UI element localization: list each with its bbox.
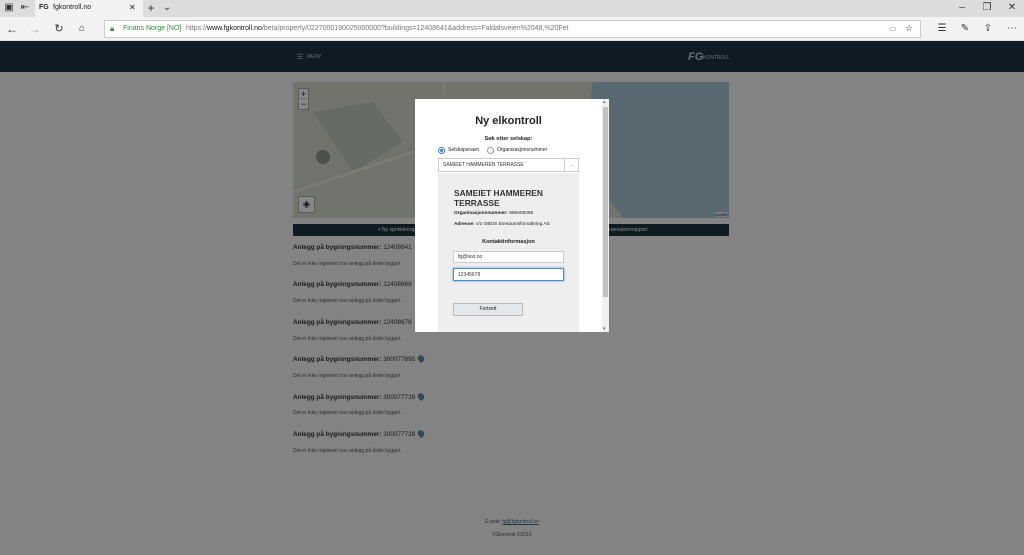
company-select[interactable]: SAMEIET HAMMEREN TERRASSE ⌄ <box>438 158 579 172</box>
radio-company-name-label[interactable]: Selskapsnavn <box>448 147 479 153</box>
radio-company-name[interactable] <box>438 147 445 154</box>
notes-icon[interactable]: ✎ <box>958 23 972 35</box>
more-icon[interactable]: ⋯ <box>1005 23 1019 35</box>
tab-list-chevron-icon[interactable]: ⌄ <box>160 2 174 14</box>
radio-org-number[interactable] <box>487 147 494 154</box>
forward-icon[interactable]: → <box>28 23 42 35</box>
modal-title: Ny elkontroll <box>475 115 542 127</box>
restore-icon[interactable]: ❐ <box>980 2 994 14</box>
new-tab-icon[interactable]: + <box>144 2 158 14</box>
phone-field[interactable] <box>453 268 564 281</box>
favicon-icon: FG <box>39 4 49 11</box>
scroll-up-icon[interactable]: ▴ <box>603 99 606 105</box>
modal-scrollbar[interactable]: ▴ ▾ <box>602 99 609 332</box>
email-field[interactable] <box>453 251 564 263</box>
address-bar[interactable]: 🔒︎ Finans Norge [NO] https://www.fgkontr… <box>104 20 921 38</box>
contact-heading: Kontaktinformasjon <box>482 239 535 245</box>
scroll-down-icon[interactable]: ▾ <box>603 326 606 332</box>
url-text: https://www.fgkontroll.no/beta/property/… <box>186 25 569 32</box>
company-card: SAMEIET HAMMEREN TERRASSE Organisasjonsn… <box>438 173 579 332</box>
back-icon[interactable]: ← <box>5 23 19 35</box>
refresh-icon[interactable]: ↻ <box>52 23 66 35</box>
address-row: Adresse: c/o OBOS Eiendomsforvaltning AS <box>454 222 550 227</box>
radio-selected-dot <box>440 149 443 152</box>
site-identity: Finans Norge [NO] <box>123 25 182 32</box>
url-path: /beta/property/0227000190025000000?build… <box>261 25 569 32</box>
tab-title: fgkontroll.no <box>53 4 92 11</box>
continue-button[interactable]: Fortsett <box>453 303 523 316</box>
minimize-icon[interactable]: – <box>955 2 969 14</box>
org-number-row: Organisasjonsnummer: 986608265 <box>454 211 533 216</box>
radio-org-number-label[interactable]: Organisasjonsnummer <box>497 147 547 153</box>
org-number-value: 986608265 <box>509 211 534 216</box>
browser-tab[interactable]: FG fgkontroll.no ✕ <box>35 0 143 17</box>
favorites-icon[interactable]: ☰ <box>935 23 949 35</box>
address-label: Adresse: <box>454 222 475 227</box>
favorite-star-icon[interactable]: ☆ <box>905 23 913 34</box>
browser-tab-bar: ▣ ⇤ FG fgkontroll.no ✕ + ⌄ – ❐ ✕ <box>0 0 1024 17</box>
close-window-icon[interactable]: ✕ <box>1005 2 1019 14</box>
tab-actions-icon[interactable]: ▣ <box>2 2 16 14</box>
close-tab-icon[interactable]: ✕ <box>129 3 136 12</box>
reading-view-icon[interactable]: ▭ <box>889 24 897 33</box>
address-value: c/o OBOS Eiendomsforvaltning AS <box>475 222 550 227</box>
share-icon[interactable]: ⇪ <box>981 23 995 35</box>
company-select-value: SAMEIET HAMMEREN TERRASSE <box>443 162 524 168</box>
ny-elkontroll-modal: Ny elkontroll Søk etter selskap: Selskap… <box>415 99 609 332</box>
chevron-down-icon[interactable]: ⌄ <box>564 159 578 171</box>
org-number-label: Organisasjonsnummer: <box>454 211 508 216</box>
url-prefix: https:// <box>186 25 208 32</box>
lock-icon: 🔒︎ <box>110 24 115 33</box>
company-name: SAMEIET HAMMEREN TERRASSE <box>454 188 543 208</box>
search-label: Søk etter selskap: <box>484 136 533 142</box>
set-tabs-aside-icon[interactable]: ⇤ <box>18 2 32 14</box>
company-name-line1: SAMEIET HAMMEREN <box>454 188 543 198</box>
home-icon[interactable]: ⌂ <box>75 23 89 35</box>
scrollbar-thumb[interactable] <box>603 107 608 297</box>
company-name-line2: TERRASSE <box>454 198 500 208</box>
url-domain: www.fgkontroll.no <box>207 25 262 32</box>
